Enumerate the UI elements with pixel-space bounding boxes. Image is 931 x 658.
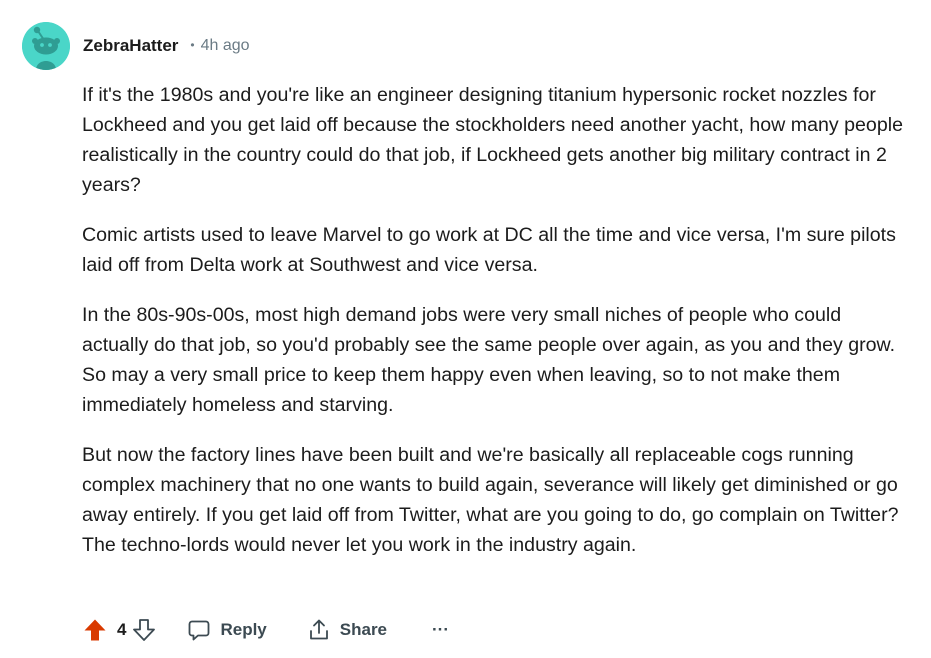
upvote-arrow-icon [84,619,106,641]
comment-paragraph: Comic artists used to leave Marvel to go… [82,224,896,276]
ellipsis-icon: ··· [432,620,449,639]
reply-label: Reply [220,620,267,639]
share-button[interactable]: Share [307,614,387,646]
author-name[interactable]: ZebraHatter [83,36,178,56]
comment-action-bar: 4 Reply Share ··· [82,614,449,646]
share-label: Share [339,620,388,639]
comment-paragraph: If it's the 1980s and you're like an eng… [82,84,903,196]
snoo-avatar-icon [22,22,70,70]
more-options-button[interactable]: ··· [432,614,449,646]
upvote-button[interactable] [82,616,108,644]
downvote-arrow-icon [133,619,156,641]
downvote-button[interactable] [131,616,157,644]
comment-body: If it's the 1980s and you're like an eng… [82,80,912,580]
meta-separator: • [190,38,195,52]
avatar[interactable] [22,22,70,70]
comment: ZebraHatter • 4h ago If it's the 1980s a… [0,0,931,658]
comment-paragraph: But now the factory lines have been buil… [82,444,899,556]
reply-button[interactable]: Reply [187,614,267,646]
share-icon [309,619,328,640]
speech-bubble-icon [189,620,210,641]
vote-score: 4 [117,620,127,639]
comment-header: ZebraHatter • 4h ago [22,22,250,70]
comment-timestamp[interactable]: 4h ago [201,37,250,55]
comment-paragraph: In the 80s-90s-00s, most high demand job… [82,304,896,416]
